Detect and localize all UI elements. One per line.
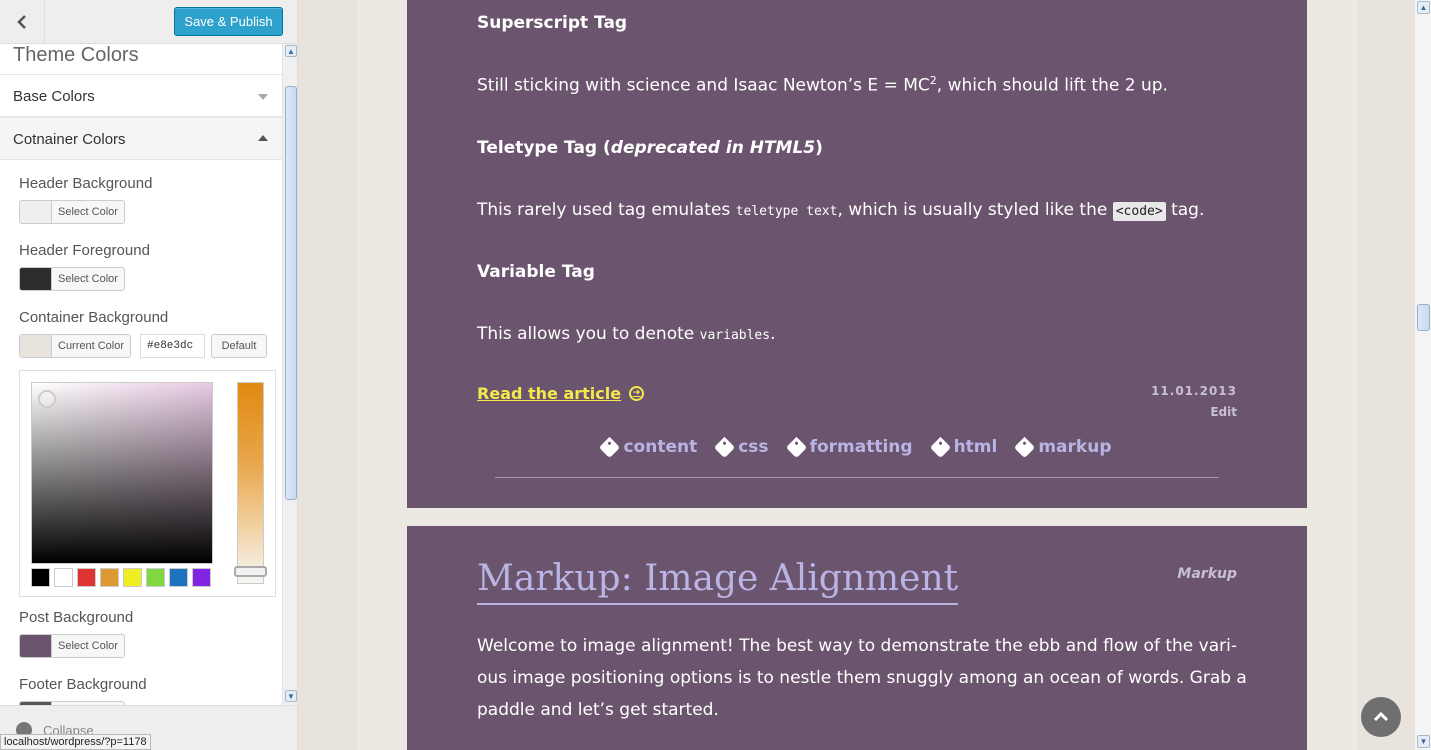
- header-background-color-button[interactable]: Select Color: [19, 200, 125, 224]
- window-scrollbar[interactable]: ▲ ▼: [1414, 0, 1431, 750]
- post-excerpt: Welcome to image alignment! The best way…: [477, 636, 1247, 720]
- tag-label: css: [738, 437, 769, 457]
- tag-link[interactable]: content: [599, 436, 698, 458]
- variable-paragraph: This allows you to denote variables.: [477, 324, 776, 344]
- palette-swatch[interactable]: [54, 568, 73, 587]
- post-title-link[interactable]: Markup: Image Alignment: [477, 558, 959, 605]
- accordion-container-colors[interactable]: Cotnainer Colors: [0, 117, 282, 160]
- tag-link[interactable]: css: [714, 436, 769, 458]
- tag-icon: [785, 436, 807, 458]
- footer-background-label: Footer Background: [19, 676, 147, 693]
- tag-label: content: [623, 437, 698, 457]
- accordion-label: Cotnainer Colors: [13, 131, 126, 148]
- scroll-down-arrow-icon[interactable]: ▼: [285, 690, 297, 702]
- arrow-circle-right-icon: ➜: [629, 386, 645, 401]
- color-swatch: [20, 635, 52, 657]
- saturation-handle[interactable]: [38, 390, 56, 408]
- color-button-label: Select Color: [58, 273, 118, 285]
- color-picker: [19, 370, 276, 597]
- tag-link[interactable]: formatting: [785, 436, 913, 458]
- color-button-label: Select Color: [58, 640, 118, 652]
- color-swatch: [20, 335, 52, 357]
- tag-icon: [599, 436, 621, 458]
- divider: [495, 477, 1219, 478]
- accordion-label: Base Colors: [13, 88, 95, 105]
- back-to-top-button[interactable]: [1361, 697, 1401, 737]
- tag-link[interactable]: html: [929, 436, 998, 458]
- tag-icon: [929, 436, 951, 458]
- teletype-heading: Teletype Tag (deprecated in HTML5): [477, 138, 823, 158]
- color-swatch: [20, 268, 52, 290]
- palette-swatch[interactable]: [169, 568, 188, 587]
- palette-swatch[interactable]: [100, 568, 119, 587]
- chevron-left-icon: [17, 15, 26, 29]
- container-background-color-button[interactable]: Current Color: [19, 334, 132, 358]
- save-publish-button[interactable]: Save & Publish: [174, 7, 283, 36]
- tag-label: markup: [1038, 437, 1112, 457]
- color-button-label: Select Color: [58, 206, 118, 218]
- superscript-paragraph: Still sticking with science and Isaac Ne…: [477, 74, 1168, 96]
- variable-heading: Variable Tag: [477, 262, 595, 282]
- header-foreground-color-button[interactable]: Select Color: [19, 267, 125, 291]
- tag-icon: [1014, 436, 1036, 458]
- hex-color-input[interactable]: [140, 334, 205, 358]
- palette-swatch[interactable]: [77, 568, 96, 587]
- site-preview: Superscript Tag Still sticking with scie…: [299, 0, 1414, 750]
- post-category-link[interactable]: Markup: [1177, 566, 1237, 582]
- scroll-down-arrow-icon[interactable]: ▼: [1417, 735, 1430, 748]
- palette-swatch[interactable]: [31, 568, 50, 587]
- tag-label: formatting: [809, 437, 913, 457]
- browser-status-url: localhost/wordpress/?p=1178: [0, 734, 151, 750]
- customizer-sidebar: Save & Publish Theme Colors Base Colors …: [0, 0, 298, 750]
- hue-slider-handle[interactable]: [234, 566, 267, 577]
- sidebar-scrollbar[interactable]: ▲ ▼: [282, 44, 297, 705]
- palette-swatch[interactable]: [146, 568, 165, 587]
- accordion-base-colors[interactable]: Base Colors: [0, 74, 282, 117]
- post-date: 11.01.2013: [1151, 384, 1237, 398]
- hue-slider[interactable]: [234, 382, 267, 584]
- color-palette: [31, 568, 211, 587]
- post-edit-link[interactable]: Edit: [1210, 405, 1237, 419]
- post-article: Markup: Image Alignment Markup Welcome t…: [407, 526, 1307, 750]
- color-button-label: Current Color: [58, 340, 125, 352]
- back-button[interactable]: [0, 0, 45, 44]
- container-background-label: Container Background: [19, 309, 169, 326]
- tag-label: html: [953, 437, 998, 457]
- scroll-up-arrow-icon[interactable]: ▲: [1417, 1, 1430, 14]
- scroll-up-arrow-icon[interactable]: ▲: [285, 45, 297, 57]
- color-swatch: [20, 201, 52, 223]
- post-background-color-button[interactable]: Select Color: [19, 634, 125, 658]
- chevron-up-icon: [258, 135, 268, 141]
- default-color-button[interactable]: Default: [211, 334, 267, 358]
- tag-icon: [714, 436, 736, 458]
- tag-link[interactable]: markup: [1014, 436, 1112, 458]
- scrollbar-thumb[interactable]: [1417, 304, 1430, 331]
- customizer-panel: Theme Colors Base Colors Cotnainer Color…: [0, 44, 282, 705]
- header-background-label: Header Background: [19, 175, 153, 192]
- chevron-down-icon: [258, 94, 268, 100]
- saturation-square[interactable]: [31, 382, 213, 564]
- palette-swatch[interactable]: [123, 568, 142, 587]
- customizer-header: Save & Publish: [0, 0, 297, 44]
- section-title: Theme Colors: [13, 44, 139, 66]
- post-article: Superscript Tag Still sticking with scie…: [407, 0, 1307, 508]
- scrollbar-thumb[interactable]: [285, 86, 297, 500]
- header-foreground-label: Header Foreground: [19, 242, 150, 259]
- palette-swatch[interactable]: [192, 568, 211, 587]
- chevron-up-icon: [1373, 711, 1389, 722]
- read-article-link[interactable]: Read the article ➜: [477, 384, 645, 403]
- post-tags: content css formatting html markup: [407, 436, 1307, 458]
- teletype-paragraph: This rarely used tag emulates teletype t…: [477, 200, 1205, 221]
- post-background-label: Post Background: [19, 609, 134, 626]
- superscript-heading: Superscript Tag: [477, 13, 628, 33]
